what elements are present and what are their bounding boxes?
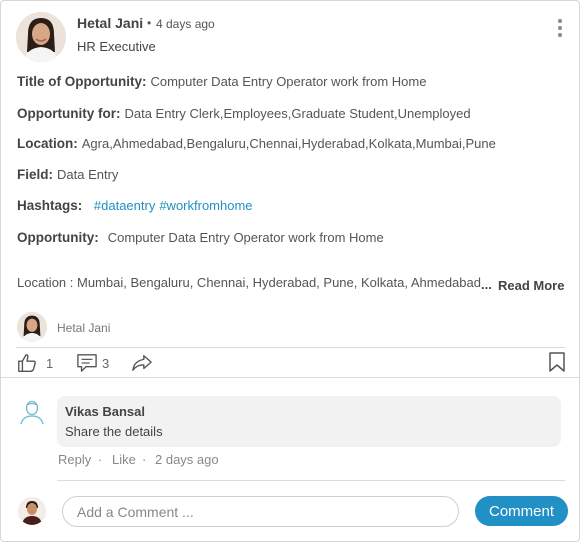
detail-value: Computer Data Entry Operator work from H… — [107, 230, 384, 245]
detail-value: Computer Data Entry Operator work from H… — [150, 74, 427, 89]
meta-separator: • — [147, 16, 152, 30]
comment-like-link[interactable]: Like — [112, 452, 136, 467]
share-icon[interactable] — [131, 353, 153, 373]
thumbs-up-icon[interactable] — [16, 352, 38, 374]
hashtag-link[interactable]: #workfromhome — [159, 198, 252, 213]
detail-value: Data Entry Clerk,Employees,Graduate Stud… — [124, 106, 471, 121]
post-excerpt: Location : Mumbai, Bengaluru, Chennai, H… — [17, 275, 481, 290]
excerpt-ellipsis: ... — [481, 277, 492, 292]
divider — [57, 480, 565, 481]
comment-text: Share the details — [65, 424, 163, 439]
divider — [1, 377, 579, 378]
detail-label: Opportunity: — [17, 230, 99, 245]
comment-count: 3 — [102, 356, 110, 371]
comment-input[interactable] — [62, 496, 459, 527]
hashtag-link[interactable]: #dataentry — [94, 198, 155, 213]
detail-label: Title of Opportunity: — [17, 74, 147, 89]
detail-label: Location: — [17, 136, 78, 151]
detail-value: Data Entry — [57, 167, 119, 182]
user-outline-icon[interactable] — [19, 399, 45, 425]
detail-label: Field: — [17, 167, 53, 182]
author-avatar[interactable] — [16, 12, 66, 62]
comment-button[interactable]: Comment — [475, 496, 568, 526]
detail-field: Field: Data Entry — [17, 167, 118, 182]
detail-value: Agra,Ahmedabad,Bengaluru,Chennai,Hyderab… — [81, 136, 496, 151]
comment-time: 2 days ago — [155, 452, 219, 467]
author-name[interactable]: Hetal Jani — [77, 15, 143, 31]
detail-title: Title of Opportunity: Computer Data Entry… — [17, 74, 426, 89]
author-name-small[interactable]: Hetal Jani — [57, 321, 110, 335]
divider — [16, 347, 565, 348]
detail-hashtags: Hashtags: #dataentry #workfromhome — [17, 198, 253, 213]
post-time: 4 days ago — [156, 17, 215, 31]
author-avatar-small[interactable] — [17, 312, 47, 342]
read-more-link[interactable]: Read More — [498, 278, 564, 293]
comment-icon[interactable] — [76, 353, 98, 373]
post-card: Hetal Jani • 4 days ago HR Executive Tit… — [0, 0, 580, 542]
detail-label: Opportunity for: — [17, 106, 121, 121]
reply-link[interactable]: Reply — [58, 452, 91, 467]
detail-opportunity: Opportunity: Computer Data Entry Operator… — [17, 230, 384, 245]
detail-opportunity-for: Opportunity for: Data Entry Clerk,Employe… — [17, 106, 471, 121]
author-role: HR Executive — [77, 39, 156, 54]
detail-location: Location: Agra,Ahmedabad,Bengaluru,Chenna… — [17, 136, 496, 151]
current-user-avatar — [18, 497, 46, 525]
bookmark-icon[interactable] — [549, 352, 565, 372]
commenter-name[interactable]: Vikas Bansal — [65, 404, 145, 419]
like-count: 1 — [46, 356, 54, 371]
kebab-menu-icon[interactable] — [553, 19, 567, 41]
detail-label: Hashtags: — [17, 198, 83, 213]
meta-separator: · — [98, 452, 103, 467]
meta-separator: · — [142, 452, 147, 467]
